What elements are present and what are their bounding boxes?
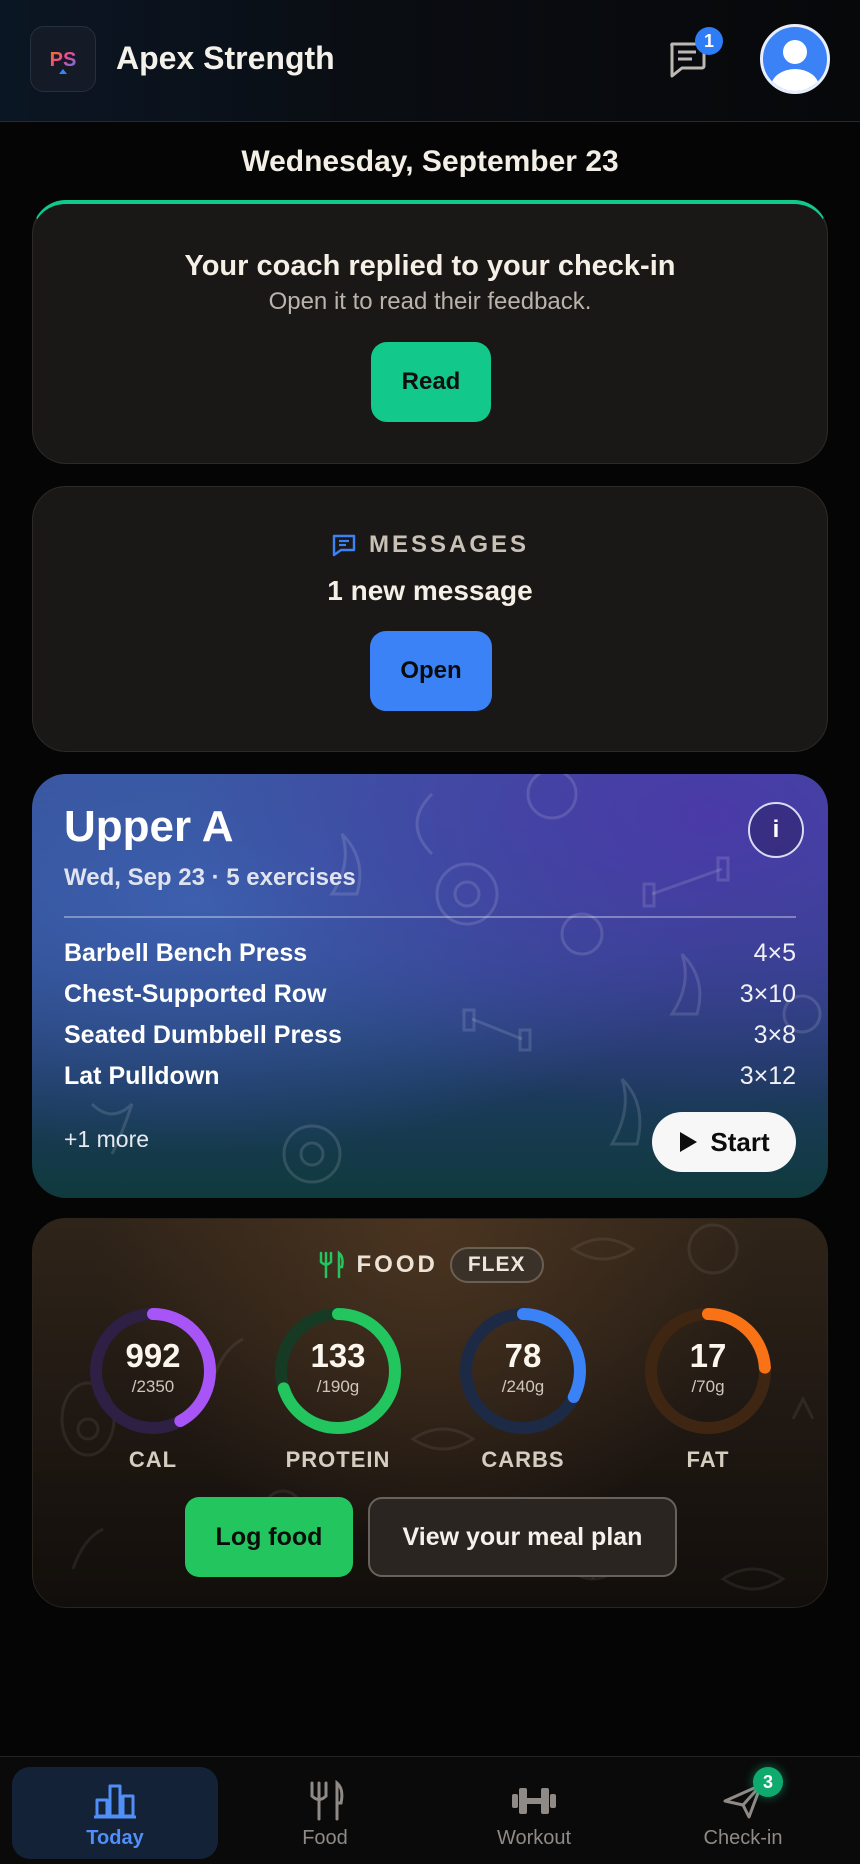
nav-label: Today [86,1827,144,1849]
messages-card: MESSAGES 1 new message Open [32,486,828,752]
macro-value: 133 [310,1337,366,1374]
exercise-name: Lat Pulldown [64,1061,220,1090]
macro-value: 78 [504,1337,542,1374]
macro-label: CARBS [481,1447,565,1472]
macro-ring-fat: 17 /70g [640,1303,776,1439]
exercise-name: Chest-Supported Row [64,979,327,1008]
bottom-nav: Today Food Workout 3 Check-in [0,1756,860,1864]
macro-target: /2350 [131,1377,175,1396]
nav-label: Workout [496,1827,572,1849]
nav-item-check-in[interactable]: 3 Check-in [640,1767,846,1859]
fork-knife-icon [319,1250,344,1279]
svg-text:PS: PS [50,49,77,71]
message-icon [332,534,356,557]
exercise-row: Seated Dumbbell Press 3×8 [64,1018,796,1052]
view-meal-plan-button[interactable]: View your meal plan [368,1497,677,1577]
messages-label-row: MESSAGES [33,531,827,559]
macro-target: /70g [691,1377,725,1396]
food-card: FOOD FLEX 992 /2350 CAL 133 /190g PROTEI… [32,1218,828,1608]
start-workout-button[interactable]: Start [652,1112,796,1172]
coach-reply-card: Your coach replied to your check-in Open… [32,200,828,464]
food-header: FOOD FLEX [33,1247,827,1283]
check-in-badge: 3 [753,1767,783,1797]
diet-mode-pill[interactable]: FLEX [449,1247,544,1283]
macro-target: /190g [316,1377,360,1396]
macro-value: 17 [689,1337,727,1374]
workout-info-button[interactable]: i [748,802,804,858]
macro-label: CAL [128,1447,178,1472]
app-logo-mark: PS [50,49,77,74]
top-bar: PS Apex Strength 1 [0,0,860,122]
macro-ring-carbs: 78 /240g [455,1303,591,1439]
play-icon [680,1132,698,1152]
read-button[interactable]: Read [371,342,491,422]
app-title: Apex Strength [116,40,335,76]
nav-item-today[interactable]: Today [12,1767,218,1859]
nav-item-food[interactable]: Food [222,1767,428,1859]
start-label: Start [710,1126,770,1157]
exercise-name: Barbell Bench Press [64,938,308,967]
nav-label: Check-in [703,1827,783,1849]
exercise-sets: 3×12 [739,1061,796,1090]
log-food-button[interactable]: Log food [185,1497,353,1577]
exercise-sets: 3×8 [753,1020,796,1049]
exercise-name: Seated Dumbbell Press [64,1020,342,1049]
coach-reply-subtitle: Open it to read their feedback. [268,288,592,315]
more-exercises-link[interactable]: +1 more [64,1126,149,1153]
exercise-sets: 3×10 [739,979,796,1008]
exercise-row: Lat Pulldown 3×12 [64,1059,796,1093]
macro-label: PROTEIN [285,1447,391,1472]
app-screen: PS Apex Strength 1 Wednesday, September … [0,0,860,1864]
macro-label: FAT [686,1447,730,1472]
new-message-count: 1 new message [327,575,533,606]
avatar[interactable] [760,24,830,94]
app-logo[interactable]: PS [30,26,96,92]
date-heading: Wednesday, September 23 [241,145,619,178]
exercise-row: Barbell Bench Press 4×5 [64,936,796,970]
macro-ring-calories: 992 /2350 [85,1303,221,1439]
food-label: FOOD [356,1251,438,1278]
macro-target: /240g [501,1377,545,1396]
exercise-sets: 4×5 [753,938,796,967]
messages-badge: 1 [695,27,723,55]
workout-name: Upper A [64,802,234,851]
fork-knife-icon [295,1779,355,1823]
workout-meta: Wed, Sep 23 · 5 exercises [64,864,356,891]
nav-label: Food [302,1827,348,1849]
workout-divider [64,916,796,918]
workout-card[interactable]: Upper A Wed, Sep 23 · 5 exercises i Barb… [32,774,828,1198]
macro-value: 992 [125,1337,181,1374]
coach-reply-title: Your coach replied to your check-in [184,250,676,282]
exercise-row: Chest-Supported Row 3×10 [64,977,796,1011]
open-messages-button[interactable]: Open [370,631,492,711]
macro-ring-protein: 133 /190g [270,1303,406,1439]
bar-chart-icon [85,1779,145,1823]
user-icon [771,40,819,91]
messages-label: MESSAGES [368,531,530,558]
nav-item-workout[interactable]: Workout [431,1767,637,1859]
dumbbell-icon [504,1779,564,1823]
